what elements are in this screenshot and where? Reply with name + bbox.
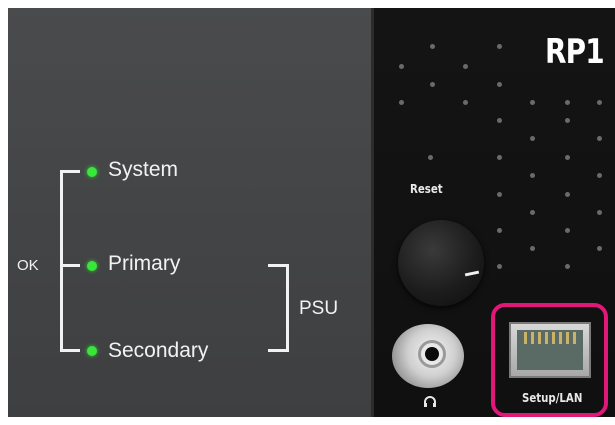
- grille-hole: [565, 100, 570, 105]
- primary-label: Primary: [108, 252, 181, 275]
- grille-hole: [497, 228, 502, 233]
- system-label: System: [108, 158, 179, 181]
- ok-bracket-top: [60, 170, 80, 173]
- grille-hole: [530, 246, 535, 251]
- brand-logo: RP1: [545, 32, 605, 72]
- grille-hole: [497, 264, 502, 269]
- grille-hole: [530, 100, 535, 105]
- grille-hole: [565, 192, 570, 197]
- ok-bracket-bottom: [60, 349, 80, 352]
- grille-hole: [565, 155, 570, 160]
- panel-seam: [371, 8, 374, 417]
- grille-hole: [565, 118, 570, 123]
- psu-bracket-bottom: [268, 349, 289, 352]
- grille-hole: [597, 210, 602, 215]
- grille-hole: [530, 173, 535, 178]
- lan-highlight-frame: [491, 303, 608, 417]
- grille-hole: [565, 228, 570, 233]
- ok-label: OK: [17, 257, 39, 274]
- headphone-jack[interactable]: [425, 347, 439, 361]
- grille-hole: [399, 64, 404, 69]
- psu-bracket-vertical: [286, 264, 289, 352]
- grille-hole: [497, 192, 502, 197]
- grille-hole: [463, 64, 468, 69]
- volume-knob[interactable]: [398, 220, 484, 306]
- grille-hole: [565, 264, 570, 269]
- grille-hole: [430, 82, 435, 87]
- device-panel-photo: System Primary Secondary OK PSU RP1 Rese…: [0, 0, 615, 425]
- grille-hole: [597, 136, 602, 141]
- grille-hole: [597, 173, 602, 178]
- headphone-icon: [424, 396, 436, 407]
- grille-hole: [399, 100, 404, 105]
- grille-hole: [530, 136, 535, 141]
- grille-hole: [463, 100, 468, 105]
- grille-hole: [497, 118, 502, 123]
- reset-pinhole[interactable]: [428, 155, 433, 160]
- psu-bracket-top: [268, 264, 289, 267]
- system-led: [87, 167, 97, 177]
- primary-led: [87, 261, 97, 271]
- grille-hole: [497, 155, 502, 160]
- secondary-label: Secondary: [108, 339, 209, 362]
- ok-bracket-vertical: [60, 170, 63, 352]
- secondary-led: [87, 346, 97, 356]
- grille-hole: [597, 100, 602, 105]
- reset-label: Reset: [410, 182, 443, 196]
- ok-bracket-middle: [60, 264, 80, 267]
- grille-hole: [497, 82, 502, 87]
- grille-hole: [530, 210, 535, 215]
- psu-label: PSU: [299, 298, 339, 319]
- grille-hole: [497, 44, 502, 49]
- grille-hole: [430, 44, 435, 49]
- grille-hole: [597, 246, 602, 251]
